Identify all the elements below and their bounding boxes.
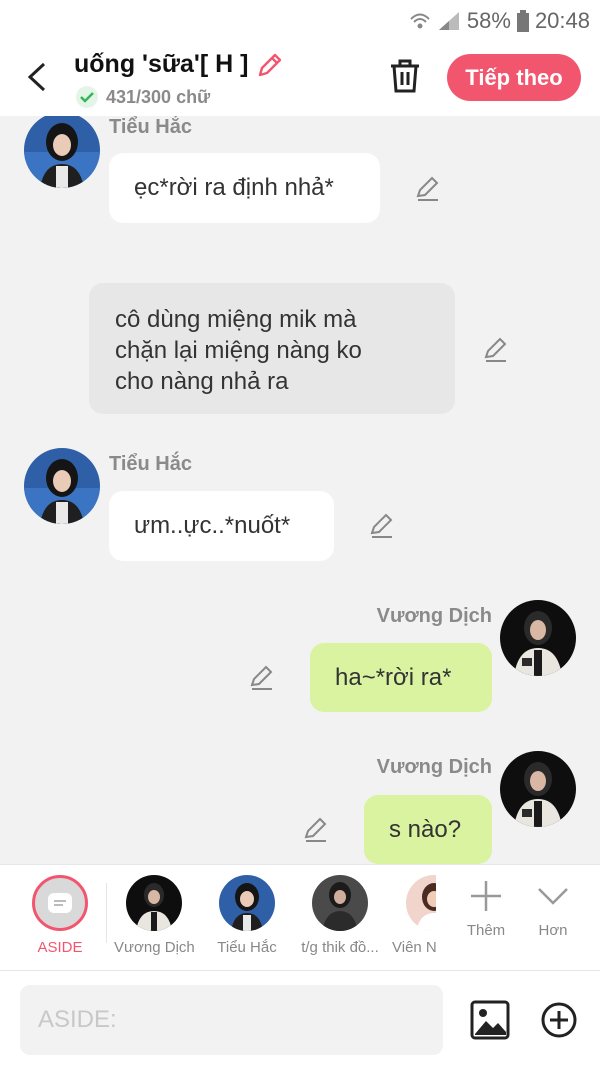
back-icon[interactable] [22,60,52,94]
wifi-icon [410,13,430,29]
story-title: uống 'sữa'[ H ] [74,50,249,78]
edit-icon[interactable] [302,815,330,843]
signal-icon [438,12,459,30]
character-label: Viên N [392,939,436,956]
header: uống 'sữa'[ H ] 431/300 chữ Tiếp theo [0,42,600,116]
chevron-down-icon [538,888,568,905]
message-bubble[interactable]: ẹc*rời ra định nhả* [109,153,380,223]
title-row: uống 'sữa'[ H ] [74,50,284,79]
character-selector: ASIDE Vương Dịch Tiểu Hắc t/g thik đồ...… [0,864,600,971]
next-button[interactable]: Tiếp theo [447,54,581,101]
character-label: Vương Dịch [114,939,194,956]
message-bubble[interactable]: ha~*rời ra* [310,643,492,712]
hide-label: Hơn [538,922,568,939]
chat-area[interactable]: Tiểu Hắc ẹc*rời ra định nhả* cô dùng miệ… [0,116,600,864]
collapse-button[interactable]: Hơn [513,879,593,939]
message-bubble[interactable]: ưm..ực..*nuốt* [109,491,334,561]
character-tg[interactable]: t/g thik đồ... [300,875,380,956]
avatar-vuong-dich[interactable] [500,600,576,676]
battery-icon [516,10,529,32]
add-circle-icon[interactable] [540,1001,578,1039]
edit-icon[interactable] [248,663,276,691]
edit-title-icon[interactable] [256,51,284,79]
character-vien[interactable]: Viên N [392,875,436,956]
sender-name: Vương Dịch [376,605,492,627]
edit-icon[interactable] [414,174,442,202]
word-counter: 431/300 chữ [76,86,210,108]
aside-avatar[interactable] [32,875,88,931]
character-vuong-dich[interactable]: Vương Dịch [114,875,194,956]
sender-name: Vương Dịch [376,756,492,778]
character-avatar[interactable] [219,875,275,931]
check-icon [76,86,98,108]
character-avatar[interactable] [126,875,182,931]
character-avatar[interactable] [406,875,436,931]
clock: 20:48 [534,8,590,33]
message-input[interactable] [20,985,443,1055]
sender-name: Tiểu Hắc [109,116,192,138]
avatar-vuong-dich[interactable] [500,751,576,827]
status-bar: 58% 20:48 [0,0,600,42]
character-aside[interactable]: ASIDE [20,875,100,956]
aside-label: ASIDE [37,939,83,956]
character-label: Tiểu Hắc [217,939,277,956]
avatar-tieu-hac[interactable] [24,448,100,524]
narration-bubble[interactable]: cô dùng miệng mik mà chặn lại miệng nàng… [89,283,455,414]
edit-icon[interactable] [368,511,396,539]
character-label: t/g thik đồ... [301,939,379,956]
battery-percent: 58% [466,8,511,33]
sender-name: Tiểu Hắc [109,453,192,475]
counter-text: 431/300 chữ [106,86,211,107]
divider [106,883,107,943]
image-icon[interactable] [470,1000,510,1040]
character-tieu-hac[interactable]: Tiểu Hắc [207,875,287,956]
character-avatar[interactable] [312,875,368,931]
plus-icon [471,881,501,911]
input-bar [0,970,600,1068]
trash-icon[interactable] [388,58,422,94]
avatar-tieu-hac[interactable] [24,116,100,188]
edit-icon[interactable] [482,335,510,363]
status-indicators: 58% 20:48 [409,8,590,34]
message-bubble[interactable]: s nào? [364,795,492,864]
